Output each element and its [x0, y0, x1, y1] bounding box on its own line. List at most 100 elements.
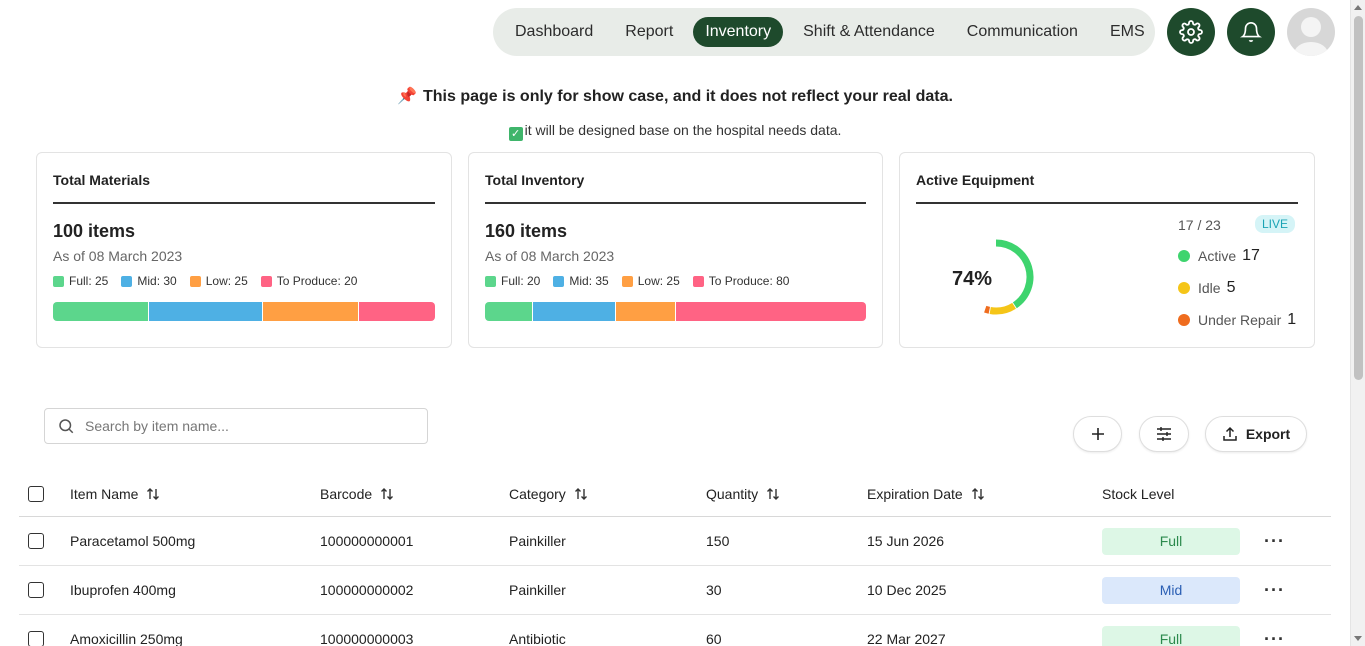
legend-item: To Produce: 20 — [260, 274, 357, 288]
scroll-up-arrow-icon[interactable] — [1354, 5, 1362, 10]
column-header-category[interactable]: Category — [509, 472, 588, 516]
scroll-down-arrow-icon[interactable] — [1354, 636, 1362, 641]
nav-item-dashboard[interactable]: Dashboard — [503, 17, 605, 47]
column-header-quantity[interactable]: Quantity — [706, 472, 780, 516]
category-cell: Painkiller — [509, 533, 566, 549]
inventory-legend: Full: 20 Mid: 35 Low: 25 To Produce: 80 — [485, 274, 866, 288]
column-label: Barcode — [320, 486, 373, 502]
equipment-count: 17 / 23 — [1178, 217, 1221, 233]
sort-icon[interactable] — [971, 487, 985, 501]
sort-icon[interactable] — [380, 487, 394, 501]
select-all-cell — [28, 472, 44, 516]
user-avatar[interactable] — [1287, 8, 1335, 56]
stock-level-badge: Full — [1102, 527, 1240, 555]
legend-item: Full: 20 — [485, 274, 540, 288]
legend-item: Full: 25 — [53, 274, 108, 288]
stock-bar-segment — [675, 302, 866, 321]
more-options-icon[interactable]: ··· — [1264, 580, 1285, 601]
column-header-expiration-date[interactable]: Expiration Date — [867, 472, 985, 516]
equipment-percent: 74% — [952, 268, 992, 290]
materials-legend: Full: 25 Mid: 30 Low: 25 To Produce: 20 — [53, 274, 435, 288]
row-checkbox[interactable] — [28, 631, 44, 646]
upload-icon — [1223, 426, 1237, 441]
settings-button[interactable] — [1167, 8, 1215, 56]
legend-swatch — [121, 275, 133, 287]
search-input[interactable] — [85, 418, 405, 434]
nav-item-inventory[interactable]: Inventory — [693, 17, 784, 47]
quantity-cell: 60 — [706, 631, 722, 646]
barcode-cell: 100000000002 — [320, 582, 414, 598]
column-header-barcode[interactable]: Barcode — [320, 472, 394, 516]
status-idle: Idle 5 — [1178, 279, 1235, 297]
table-row[interactable]: Amoxicillin 250mg 100000000003 Antibioti… — [19, 615, 1331, 646]
item-name-cell: Paracetamol 500mg — [70, 533, 196, 549]
legend-label: Full: 20 — [501, 274, 541, 288]
legend-item: Low: 25 — [621, 274, 680, 288]
column-header-stock-level: Stock Level — [1102, 472, 1174, 516]
nav-item-report[interactable]: Report — [613, 17, 685, 47]
legend-swatch — [53, 275, 64, 287]
more-options-icon[interactable]: ··· — [1264, 629, 1285, 646]
row-select-cell — [28, 517, 44, 565]
status-dot — [1178, 314, 1190, 326]
row-checkbox[interactable] — [28, 533, 44, 549]
notice-title: This page is only for show case, and it … — [423, 88, 953, 105]
row-select-cell — [28, 615, 44, 646]
barcode-cell: 100000000001 — [320, 533, 414, 549]
more-options-icon[interactable]: ··· — [1264, 531, 1285, 552]
add-item-button[interactable] — [1073, 416, 1122, 452]
status-dot — [1178, 250, 1190, 262]
row-actions-cell: ··· — [1264, 517, 1285, 565]
nav-item-shift-attendance[interactable]: Shift & Attendance — [791, 17, 947, 47]
column-label: Stock Level — [1102, 486, 1175, 502]
equipment-donut-chart: 74% — [924, 229, 1044, 329]
table-row[interactable]: Ibuprofen 400mg 100000000002 Painkiller … — [19, 566, 1331, 615]
card-title: Total Inventory — [485, 153, 866, 204]
materials-as-of: As of 08 March 2023 — [53, 248, 183, 264]
filter-button[interactable] — [1139, 416, 1189, 452]
legend-label: Mid: 30 — [137, 274, 177, 288]
status-label: Active — [1198, 248, 1237, 264]
table-row[interactable]: Paracetamol 500mg 100000000001 Painkille… — [19, 517, 1331, 566]
status-value: 17 — [1242, 247, 1260, 264]
legend-item: To Produce: 80 — [692, 274, 790, 288]
stock-bar-segment — [532, 302, 616, 321]
row-checkbox[interactable] — [28, 582, 44, 598]
gear-icon — [1179, 20, 1203, 44]
select-all-checkbox[interactable] — [28, 486, 44, 502]
expiration-date-cell: 10 Dec 2025 — [867, 582, 947, 598]
stock-bar-segment — [263, 302, 359, 321]
status-dot — [1178, 282, 1190, 294]
card-title: Active Equipment — [916, 153, 1298, 204]
legend-swatch — [621, 275, 633, 287]
sort-icon[interactable] — [574, 487, 588, 501]
avatar-icon — [1294, 17, 1328, 56]
inventory-as-of: As of 08 March 2023 — [485, 248, 615, 264]
column-header-item-name[interactable]: Item Name — [70, 472, 160, 516]
notifications-button[interactable] — [1227, 8, 1275, 56]
status-label: Idle — [1198, 280, 1221, 296]
nav-item-communication[interactable]: Communication — [955, 17, 1090, 47]
page-scrollbar[interactable] — [1350, 0, 1365, 646]
materials-stock-bar — [53, 302, 435, 321]
quantity-cell: 30 — [706, 582, 722, 598]
legend-item: Low: 25 — [189, 274, 248, 288]
export-label: Export — [1245, 426, 1291, 442]
legend-item: Mid: 35 — [553, 274, 609, 288]
nav-item-ems[interactable]: EMS — [1098, 17, 1157, 47]
row-actions-cell: ··· — [1264, 615, 1285, 646]
scrollbar-thumb[interactable] — [1354, 16, 1363, 380]
sort-icon[interactable] — [146, 487, 160, 501]
status-under-repair: Under Repair 1 — [1178, 311, 1296, 329]
inventory-total: 160 items — [485, 221, 568, 241]
sliders-icon — [1157, 427, 1171, 441]
legend-label: To Produce: 80 — [708, 274, 790, 288]
total-materials-card: Total Materials 100 items As of 08 March… — [36, 152, 452, 348]
sort-icon[interactable] — [766, 487, 780, 501]
stock-level-cell: Full — [1102, 615, 1240, 646]
row-select-cell — [28, 566, 44, 614]
check-mark-icon: ✓ — [508, 127, 523, 141]
donut-segment-active — [995, 239, 1034, 309]
search-box[interactable] — [44, 408, 428, 444]
export-button[interactable]: Export — [1205, 416, 1307, 452]
